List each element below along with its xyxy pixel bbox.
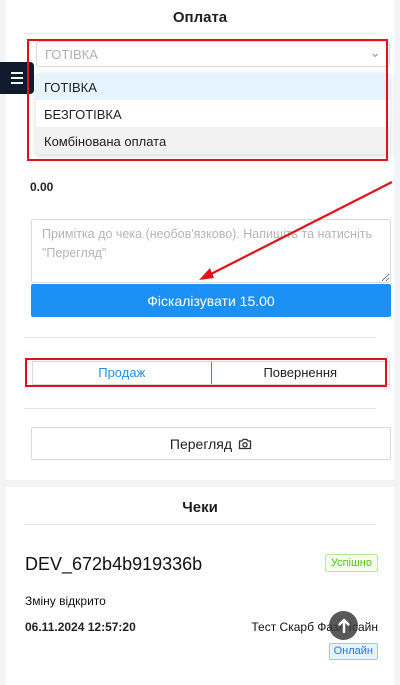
payment-method-dropdown: ГОТІВКА БЕЗГОТІВКА Комбінована оплата [36, 73, 390, 154]
payment-divider [24, 33, 376, 34]
checks-card: Чеки DEV_672b4b919336b Успішно Зміну від… [6, 487, 394, 685]
fiscalize-button[interactable]: Фіскалізувати 15.00 [31, 284, 391, 317]
payment-amount: 0.00 [30, 180, 54, 194]
tab-return[interactable]: Повернення [212, 362, 390, 384]
check-datetime: 06.11.2024 12:57:20 [25, 620, 136, 634]
shift-status: Зміну відкрито [25, 594, 106, 608]
payment-option-combined[interactable]: Комбінована оплата [36, 127, 390, 154]
hamburger-icon [11, 72, 23, 74]
cashier-name: Тест Скарб Фазл Ісайн [251, 620, 378, 634]
preview-label: Перегляд [169, 435, 233, 452]
payment-title: Оплата [172, 9, 228, 26]
operation-type-tabs: Продаж Повернення [32, 361, 390, 385]
scroll-top-button[interactable] [329, 611, 358, 640]
payment-select-value: ГОТІВКА [45, 47, 98, 62]
camera-icon [238, 438, 252, 449]
payment-option-cash[interactable]: ГОТІВКА [36, 73, 390, 100]
payment-card: Оплата ГОТІВКА ⌄ ГОТІВКА БЕЗГОТІВКА Комб… [6, 0, 394, 480]
menu-toggle-button[interactable] [0, 62, 34, 94]
payment-divider-2 [24, 337, 376, 338]
check-id: DEV_672b4b919336b [25, 554, 203, 574]
payment-method-select[interactable]: ГОТІВКА ⌄ [36, 41, 390, 67]
status-badge: Успішно [324, 554, 378, 572]
receipt-note-input[interactable] [31, 219, 391, 283]
online-badge: Онлайн [328, 643, 378, 660]
preview-button[interactable]: Перегляд [31, 427, 391, 460]
checks-title: Чеки [182, 499, 218, 516]
chevron-down-icon: ⌄ [369, 44, 381, 60]
arrow-up-icon [337, 618, 350, 633]
payment-option-cashless[interactable]: БЕЗГОТІВКА [36, 100, 390, 127]
tab-sale[interactable]: Продаж [33, 362, 212, 384]
checks-divider [24, 524, 376, 525]
payment-divider-3 [24, 408, 376, 409]
